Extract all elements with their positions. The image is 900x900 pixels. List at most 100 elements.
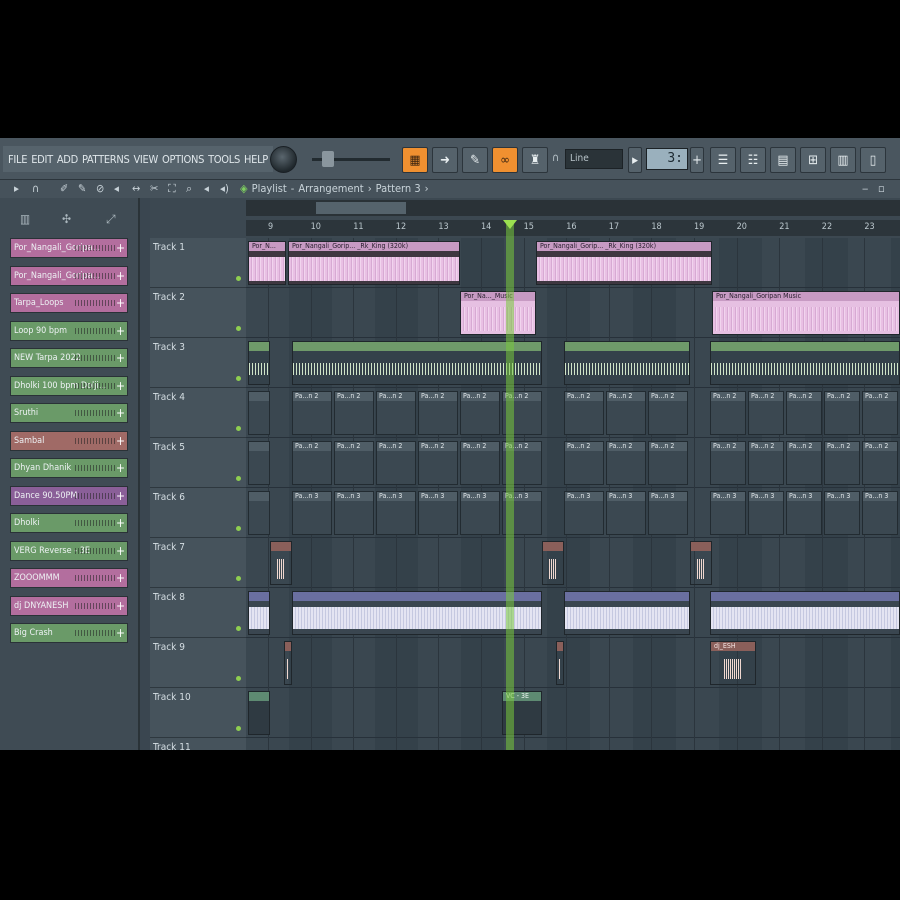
track-active-led-icon[interactable] bbox=[236, 676, 241, 681]
piano-roll-icon[interactable]: ▦ bbox=[402, 147, 428, 173]
pattern-clip[interactable]: Pa...n 3 bbox=[292, 491, 332, 535]
stamp-icon[interactable]: ♜ bbox=[522, 147, 548, 173]
audio-clip[interactable] bbox=[248, 691, 270, 735]
slider-thumb[interactable] bbox=[322, 151, 334, 167]
audio-clip[interactable] bbox=[710, 591, 900, 635]
pattern-clip[interactable]: Pa...n 2 bbox=[648, 391, 688, 435]
pattern-clip[interactable]: Pa...n 3 bbox=[824, 491, 860, 535]
playhead[interactable] bbox=[506, 220, 514, 750]
track-active-led-icon[interactable] bbox=[236, 726, 241, 731]
track-active-led-icon[interactable] bbox=[236, 476, 241, 481]
channel-add-icon[interactable]: + bbox=[116, 569, 125, 587]
pattern-clip[interactable]: Pa...n 3 bbox=[460, 491, 500, 535]
piano-icon[interactable]: ▥ bbox=[20, 212, 30, 226]
pattern-clip[interactable]: Pa...n 2 bbox=[748, 391, 784, 435]
track-lane[interactable] bbox=[246, 688, 900, 738]
channel-add-icon[interactable]: + bbox=[116, 267, 125, 285]
pattern-clip[interactable]: Pa...n 2 bbox=[786, 441, 822, 485]
select-icon[interactable]: ⛶ bbox=[168, 182, 176, 196]
link-icon[interactable]: ∞ bbox=[492, 147, 518, 173]
channel-button[interactable]: Big Crash + bbox=[10, 623, 128, 643]
delete-icon[interactable]: ⊘ bbox=[96, 182, 104, 195]
audio-clip[interactable] bbox=[284, 641, 292, 685]
channel-add-icon[interactable]: + bbox=[116, 349, 125, 367]
breadcrumb-arrangement[interactable]: Arrangement bbox=[298, 182, 363, 195]
menu-help[interactable]: HELP bbox=[242, 153, 270, 166]
slice-icon[interactable]: ✂ bbox=[150, 182, 158, 195]
channel-add-icon[interactable]: + bbox=[116, 597, 125, 615]
playlist-play-icon[interactable]: ◈ bbox=[240, 182, 248, 195]
audio-clip[interactable] bbox=[292, 341, 542, 385]
mixer-icon[interactable]: ☷ bbox=[740, 147, 766, 173]
channel-button[interactable]: dj DNYANESH + bbox=[10, 595, 128, 616]
channel-button[interactable]: Sambal + bbox=[10, 430, 128, 451]
pattern-clip[interactable]: Pa...n 2 bbox=[334, 391, 374, 435]
menu-options[interactable]: OPTIONS bbox=[160, 153, 206, 166]
audio-clip[interactable]: Por_Na..._Music bbox=[460, 291, 536, 335]
pattern-clip[interactable]: Pa...n 2 bbox=[376, 441, 416, 485]
pattern-clip[interactable]: Pa...n 2 bbox=[862, 391, 898, 435]
plus-icon[interactable]: + bbox=[690, 147, 704, 173]
pattern-clip[interactable]: Pa...n 3 bbox=[710, 491, 746, 535]
breadcrumb-pattern[interactable]: Pattern 3 bbox=[376, 182, 421, 195]
playlist-view-icon[interactable]: ☰ bbox=[710, 147, 736, 173]
audio-clip[interactable] bbox=[564, 591, 690, 635]
pattern-clip[interactable] bbox=[248, 391, 270, 435]
channel-button[interactable]: Sruthi + bbox=[10, 403, 128, 423]
arrow-icon[interactable]: ▸ bbox=[14, 182, 19, 195]
waveform-icon[interactable]: ✣ bbox=[62, 212, 71, 226]
audio-clip[interactable] bbox=[564, 341, 690, 385]
track-header[interactable]: Track 2 bbox=[150, 288, 246, 338]
track-active-led-icon[interactable] bbox=[236, 326, 241, 331]
play-triangle-icon[interactable]: ▸ bbox=[628, 147, 642, 173]
pattern-clip[interactable]: Pa...n 2 bbox=[648, 441, 688, 485]
pattern-clip[interactable] bbox=[248, 491, 270, 535]
channel-button[interactable]: Dance 90.50PM + bbox=[10, 485, 128, 506]
pattern-clip[interactable]: Pa...n 3 bbox=[748, 491, 784, 535]
pattern-clip[interactable]: Pa...n 2 bbox=[334, 441, 374, 485]
channel-button[interactable]: Por_Nangali_Goripa... + bbox=[10, 238, 128, 258]
document-icon[interactable]: ▯ bbox=[860, 147, 886, 173]
menu-add[interactable]: ADD bbox=[55, 153, 80, 166]
channel-button[interactable]: Dhyan Dhanik + bbox=[10, 458, 128, 478]
track-header[interactable]: Track 11 bbox=[150, 738, 246, 750]
audio-clip[interactable] bbox=[542, 541, 564, 585]
audio-clip[interactable]: Por_Nangali_Gorip... _Rk_King (320k) bbox=[536, 241, 712, 285]
pattern-clip[interactable]: Pa...n 2 bbox=[292, 441, 332, 485]
channel-add-icon[interactable]: + bbox=[116, 322, 125, 340]
channel-add-icon[interactable]: + bbox=[116, 542, 125, 560]
pattern-clip[interactable]: Pa...n 3 bbox=[862, 491, 898, 535]
track-lane[interactable] bbox=[246, 538, 900, 588]
track-header[interactable]: Track 1 bbox=[150, 238, 246, 288]
minimize-icon[interactable]: ‒ bbox=[862, 182, 868, 195]
pattern-clip[interactable]: Pa...n 2 bbox=[418, 441, 458, 485]
track-header[interactable]: Track 10 bbox=[150, 688, 246, 738]
track-active-led-icon[interactable] bbox=[236, 576, 241, 581]
pattern-clip[interactable]: Pa...n 2 bbox=[564, 441, 604, 485]
audio-clip[interactable]: Por_N... bbox=[248, 241, 286, 285]
menu-view[interactable]: VIEW bbox=[131, 153, 160, 166]
pattern-clip[interactable]: Pa...n 2 bbox=[606, 391, 646, 435]
pattern-clip[interactable]: Pa...n 2 bbox=[862, 441, 898, 485]
audio-clip[interactable] bbox=[690, 541, 712, 585]
menu-patterns[interactable]: PATTERNS bbox=[80, 153, 131, 166]
arrow-right-icon[interactable]: ➜ bbox=[432, 147, 458, 173]
pattern-clip[interactable]: Pa...n 2 bbox=[748, 441, 784, 485]
master-volume-knob[interactable] bbox=[270, 146, 297, 173]
timeline-ruler[interactable]: 9 10 11 12 13 14 15 16 17 18 19 20 21 22 23 bbox=[246, 220, 900, 236]
track-header[interactable]: Track 8 bbox=[150, 588, 246, 638]
track-active-led-icon[interactable] bbox=[236, 376, 241, 381]
pattern-clip[interactable]: Pa...n 2 bbox=[824, 441, 860, 485]
audio-clip[interactable] bbox=[248, 591, 270, 635]
pattern-clip[interactable]: Pa...n 3 bbox=[418, 491, 458, 535]
menu-tools[interactable]: TOOLS bbox=[206, 153, 242, 166]
horizontal-scrollbar[interactable] bbox=[246, 200, 900, 216]
snap-select[interactable]: Line bbox=[565, 149, 623, 169]
paintbrush-icon[interactable]: ✎ bbox=[462, 147, 488, 173]
channel-button[interactable]: Tarpa_Loops + bbox=[10, 293, 128, 313]
playback-icon[interactable]: ◂ bbox=[204, 182, 209, 195]
audio-clip[interactable] bbox=[248, 341, 270, 385]
pattern-clip[interactable]: Pa...n 3 bbox=[648, 491, 688, 535]
pattern-clip[interactable]: Pa...n 2 bbox=[786, 391, 822, 435]
pattern-clip[interactable]: Pa...n 2 bbox=[292, 391, 332, 435]
